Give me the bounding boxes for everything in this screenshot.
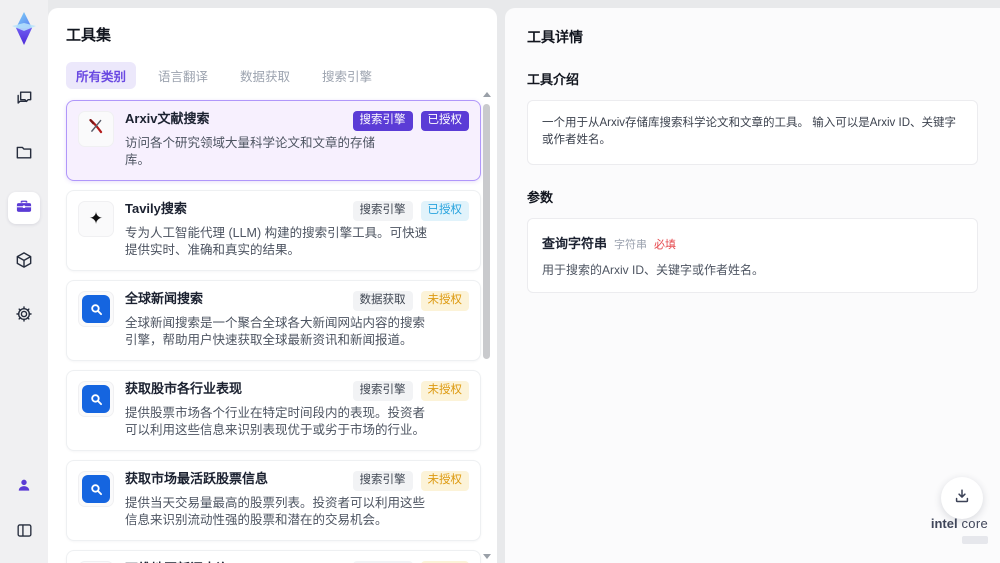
sidebar-item-packages[interactable] (8, 246, 40, 278)
tool-tags: 数据获取 未授权 (345, 291, 469, 311)
cube-icon (14, 250, 34, 275)
sidebar-item-chat[interactable] (8, 84, 40, 116)
category-tag: 搜索引擎 (352, 201, 413, 221)
scrollbar-up-arrow[interactable] (482, 92, 491, 97)
tool-list: Arxiv文献搜索 搜索引擎 已授权 访问各个研究领域大量科学论文和文章的存储库… (66, 100, 481, 563)
sidebar-item-settings[interactable] (8, 300, 40, 332)
tool-icon: ✦ (78, 201, 114, 237)
tools-panel: 工具集 所有类别 语言翻译 数据获取 搜索引擎 Arxiv文献搜索 搜索引擎 已… (48, 8, 497, 563)
user-avatar-icon (15, 476, 33, 499)
arxiv-logo-icon (85, 116, 107, 143)
tool-card-body: Arxiv文献搜索 搜索引擎 已授权 访问各个研究领域大量科学论文和文章的存储库… (125, 111, 469, 170)
tool-tags: 搜索引擎 未授权 (345, 381, 469, 401)
param-name: 查询字符串 (542, 235, 608, 251)
tool-tags: 搜索引擎 已授权 (345, 111, 469, 131)
tool-tags: 搜索引擎 未授权 (345, 471, 469, 491)
category-tabs: 所有类别 语言翻译 数据获取 搜索引擎 (66, 62, 481, 89)
tool-card[interactable]: 获取股市各行业表现 搜索引擎 未授权 提供股票市场各个行业在特定时间段内的表现。… (66, 370, 481, 451)
sidebar (0, 0, 48, 563)
app-logo (7, 10, 41, 48)
tool-description: 专为人工智能代理 (LLM) 构建的搜索引擎工具。可快速提供实时、准确和真实的结… (125, 225, 428, 258)
brand-text: intel core (930, 516, 988, 531)
tool-card[interactable]: 获取市场最活跃股票信息 搜索引擎 未授权 提供当天交易量最高的股票列表。投资者可… (66, 460, 481, 541)
tools-panel-title: 工具集 (66, 27, 112, 44)
scrollbar-down-arrow[interactable] (482, 554, 491, 559)
tool-list-scrollbar[interactable] (482, 90, 491, 561)
download-icon (952, 486, 972, 511)
auth-status-tag: 未授权 (420, 291, 469, 311)
intro-text: 一个用于从Arxiv存储库搜索科学论文和文章的工具。 输入可以是Arxiv ID… (542, 117, 956, 147)
folder-icon (14, 142, 34, 167)
tool-tags: 搜索引擎 已授权 (345, 201, 469, 221)
category-tag: 搜索引擎 (352, 471, 413, 491)
news-search-icon (82, 475, 110, 503)
category-tab[interactable]: 语言翻译 (148, 62, 218, 89)
auth-status-tag: 未授权 (420, 471, 469, 491)
tool-name: Arxiv文献搜索 (125, 111, 210, 126)
chat-icon (14, 88, 34, 113)
tool-description: 提供当天交易量最高的股票列表。投资者可以利用这些信息来识别流动性强的股票和潜在的… (125, 495, 426, 528)
param-description: 用于搜索的Arxiv ID、关键字或作者姓名。 (542, 262, 765, 277)
params-heading: 参数 (527, 189, 554, 205)
tool-icon (78, 111, 114, 147)
tool-name: 全球新闻搜索 (125, 291, 204, 306)
tool-card[interactable]: ✦ Tavily搜索 搜索引擎 已授权 专为人工智能代理 (LLM) 构建的搜索… (66, 190, 481, 271)
news-search-icon (82, 295, 110, 323)
auth-status-tag: 未授权 (420, 381, 469, 401)
tool-card[interactable]: Arxiv文献搜索 搜索引擎 已授权 访问各个研究领域大量科学论文和文章的存储库… (66, 100, 481, 181)
intro-box: 一个用于从Arxiv存储库搜索科学论文和文章的工具。 输入可以是Arxiv ID… (527, 100, 978, 165)
param-type: 字符串 (614, 238, 648, 251)
brand-badge (962, 536, 988, 544)
tool-card-body: 获取股市各行业表现 搜索引擎 未授权 提供股票市场各个行业在特定时间段内的表现。… (125, 381, 469, 440)
param-box: 查询字符串 字符串 必填 用于搜索的Arxiv ID、关键字或作者姓名。 (527, 217, 978, 293)
panel-collapse-icon (15, 521, 34, 545)
category-tag: 搜索引擎 (352, 111, 413, 131)
category-tag: 搜索引擎 (352, 381, 413, 401)
user-profile-button[interactable] (8, 471, 40, 503)
category-tab[interactable]: 搜索引擎 (312, 62, 382, 89)
tool-card-body: 获取市场最活跃股票信息 搜索引擎 未授权 提供当天交易量最高的股票列表。投资者可… (125, 471, 469, 530)
tool-name: 获取股市各行业表现 (125, 381, 243, 396)
tool-name: Tavily搜索 (125, 201, 187, 216)
tool-description: 提供股票市场各个行业在特定时间段内的表现。投资者可以利用这些信息来识别表现优于或… (125, 405, 426, 438)
tool-icon (78, 381, 114, 417)
category-tag: 数据获取 (352, 291, 413, 311)
briefcase-icon (14, 196, 34, 221)
collapse-sidebar-button[interactable] (8, 517, 40, 549)
auth-status-tag: 已授权 (420, 111, 469, 131)
sidebar-nav (8, 84, 40, 332)
tool-details-panel: 工具详情 工具介绍 一个用于从Arxiv存储库搜索科学论文和文章的工具。 输入可… (505, 8, 1000, 563)
category-tab[interactable]: 所有类别 (66, 62, 137, 89)
sidebar-item-files[interactable] (8, 138, 40, 170)
auth-status-tag: 已授权 (420, 201, 469, 221)
tool-card[interactable]: 全球新闻搜索 数据获取 未授权 全球新闻搜索是一个聚合全球各大新闻网站内容的搜索… (66, 280, 481, 361)
scrollbar-thumb[interactable] (483, 104, 490, 359)
intel-core-logo: intel core (931, 516, 988, 549)
details-title: 工具详情 (527, 29, 583, 45)
tool-icon (78, 291, 114, 327)
category-tab[interactable]: 数据获取 (230, 62, 300, 89)
intro-heading: 工具介绍 (527, 72, 580, 87)
gear-icon (14, 304, 34, 329)
param-required-badge: 必填 (654, 238, 677, 251)
tool-description: 访问各个研究领域大量科学论文和文章的存储库。 (125, 135, 376, 168)
tool-name: 获取市场最活跃股票信息 (125, 471, 269, 486)
download-button[interactable] (941, 477, 983, 519)
tavily-star-icon: ✦ (88, 209, 104, 229)
tool-card-body: Tavily搜索 搜索引擎 已授权 专为人工智能代理 (LLM) 构建的搜索引擎… (125, 201, 469, 260)
sidebar-item-toolbox[interactable] (8, 192, 40, 224)
tool-icon (78, 471, 114, 507)
tool-card[interactable]: 万维地区新闻查询 搜索引擎 未授权 查询具体行政区划内的新闻，快速了解各地新闻动 (66, 550, 481, 563)
news-search-icon (82, 385, 110, 413)
sidebar-bottom (8, 471, 40, 549)
tool-description: 全球新闻搜索是一个聚合全球各大新闻网站内容的搜索引擎，帮助用户快速获取全球最新资… (125, 315, 426, 348)
tool-card-body: 全球新闻搜索 数据获取 未授权 全球新闻搜索是一个聚合全球各大新闻网站内容的搜索… (125, 291, 469, 350)
